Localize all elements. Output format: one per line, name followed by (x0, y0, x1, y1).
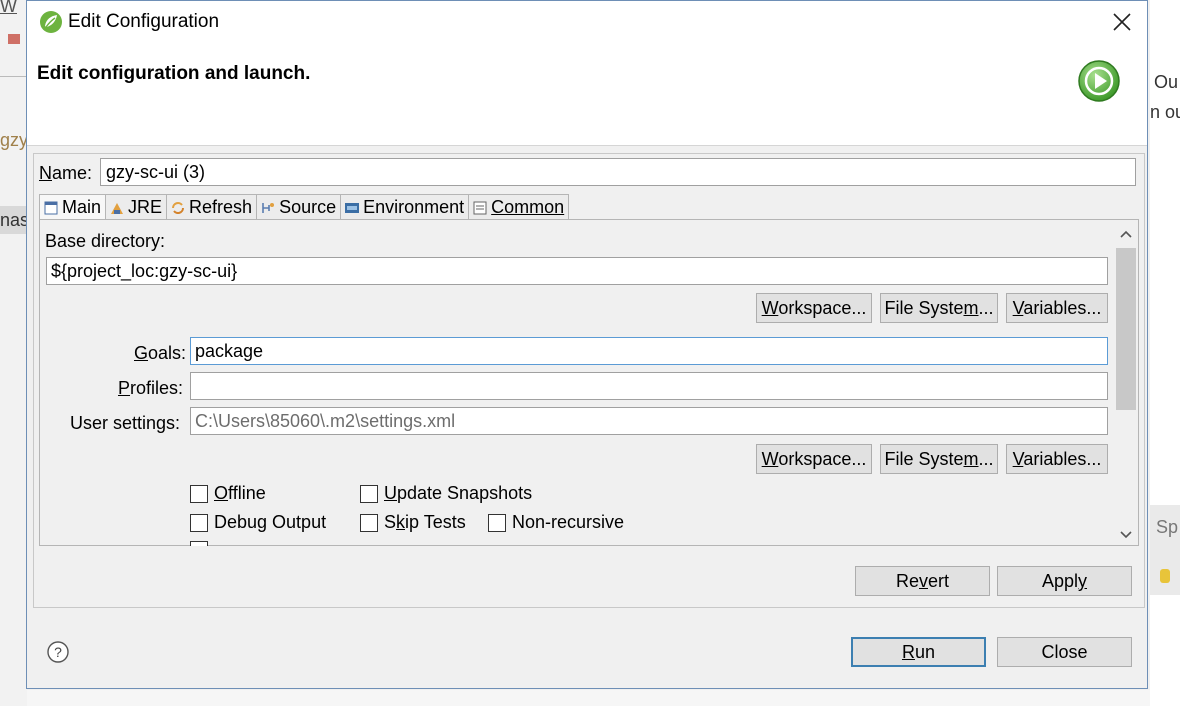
tab-label: JRE (128, 197, 163, 217)
help-icon[interactable]: ? (47, 641, 69, 663)
tab-label: Main (62, 197, 102, 217)
variables-button-2[interactable]: Variables... (1006, 444, 1108, 474)
workspace-button[interactable]: Workspace... (756, 293, 872, 323)
tab-label: Common (491, 197, 565, 217)
checkbox-box[interactable] (488, 513, 506, 532)
run-icon (1078, 60, 1120, 102)
background-fragment: gzy (0, 130, 29, 150)
background-selection: nast (0, 206, 34, 234)
main-tab-panel: Base directory: ${project_loc:gzy-sc-ui}… (39, 219, 1139, 546)
background-left-strip: W gzy nast (0, 0, 34, 706)
common-icon (473, 201, 487, 214)
skip-tests-checkbox[interactable]: Skip Tests (360, 512, 466, 533)
refresh-icon (172, 201, 185, 214)
svg-text:?: ? (54, 644, 62, 660)
scroll-down-icon[interactable] (1119, 527, 1133, 541)
goals-input[interactable]: package (190, 337, 1108, 365)
background-fragment: W (0, 0, 17, 16)
background-right-strip: Ou n ou Sp (1150, 0, 1180, 706)
background-bottom-strip (27, 690, 1150, 706)
revert-button[interactable]: Revert (855, 566, 990, 596)
tab-strip: Main JRE Refresh Source Environment Comm… (39, 194, 570, 220)
environment-icon (345, 202, 360, 213)
tab-label: Refresh (189, 197, 253, 217)
clipped-checkbox[interactable] (190, 541, 208, 546)
checkbox-label: Offline (214, 483, 266, 503)
checkbox-box[interactable] (190, 513, 208, 532)
file-system-button-2[interactable]: File System... (880, 444, 998, 474)
background-icon (1160, 569, 1170, 583)
vertical-scrollbar[interactable] (1114, 220, 1138, 545)
background-fragment: n ou (1150, 102, 1180, 122)
checkbox-label: Debug Output (214, 512, 327, 532)
checkbox-label: Non-recursive (512, 512, 625, 532)
update-snapshots-checkbox[interactable]: Update Snapshots (360, 483, 532, 504)
offline-checkbox[interactable]: Offline (190, 483, 266, 504)
scrollbar-thumb[interactable] (1116, 248, 1136, 410)
source-icon (262, 202, 275, 213)
profiles-input[interactable] (190, 372, 1108, 400)
close-icon[interactable] (1111, 11, 1133, 33)
header-title: Edit configuration and launch. (37, 63, 311, 84)
edit-configuration-dialog: Edit Configuration Edit configuration an… (26, 0, 1148, 689)
run-button[interactable]: Run (851, 637, 986, 667)
base-directory-input[interactable]: ${project_loc:gzy-sc-ui} (46, 257, 1108, 285)
workspace-button-2[interactable]: Workspace... (756, 444, 872, 474)
debug-output-checkbox[interactable]: Debug Output (190, 512, 326, 533)
spring-leaf-icon (40, 11, 62, 33)
main-tab-icon (44, 201, 58, 214)
background-toolbar-icon (8, 34, 20, 44)
goals-label: Goals: (134, 343, 187, 363)
tab-environment[interactable]: Environment (340, 194, 470, 220)
file-system-button[interactable]: File System... (880, 293, 998, 323)
background-divider (0, 66, 27, 77)
dialog-title: Edit Configuration (68, 11, 220, 32)
background-panel: Sp (1150, 505, 1180, 595)
background-fragment: Ou (1154, 72, 1179, 92)
title-bar: Edit Configuration (27, 1, 1147, 45)
scroll-up-icon[interactable] (1119, 228, 1133, 242)
base-directory-label: Base directory: (45, 231, 166, 251)
apply-button[interactable]: Apply (997, 566, 1132, 596)
background-fragment: Sp (1156, 517, 1179, 537)
checkbox-box[interactable] (360, 513, 378, 532)
user-settings-label: User settings: (70, 413, 181, 433)
checkbox-label: Skip Tests (384, 512, 466, 532)
dialog-header: Edit configuration and launch. (27, 45, 1147, 146)
user-settings-input[interactable]: C:\Users\85060\.m2\settings.xml (190, 407, 1108, 435)
checkbox-box[interactable] (360, 484, 378, 503)
name-label: Name: (39, 163, 93, 183)
tab-common[interactable]: Common (468, 194, 570, 220)
variables-button[interactable]: Variables... (1006, 293, 1108, 323)
jre-icon (111, 202, 124, 214)
tab-source[interactable]: Source (256, 194, 342, 220)
tab-label: Source (279, 197, 337, 217)
profiles-label: Profiles: (118, 378, 184, 398)
name-input[interactable]: gzy-sc-ui (3) (100, 158, 1136, 186)
tab-label: Environment (363, 197, 465, 217)
tab-jre[interactable]: JRE (105, 194, 168, 220)
checkbox-box[interactable] (190, 484, 208, 503)
non-recursive-checkbox[interactable]: Non-recursive (488, 512, 624, 533)
tab-refresh[interactable]: Refresh (166, 194, 258, 220)
close-button[interactable]: Close (997, 637, 1132, 667)
checkbox-label: Update Snapshots (384, 483, 533, 503)
tab-main[interactable]: Main (39, 194, 107, 220)
